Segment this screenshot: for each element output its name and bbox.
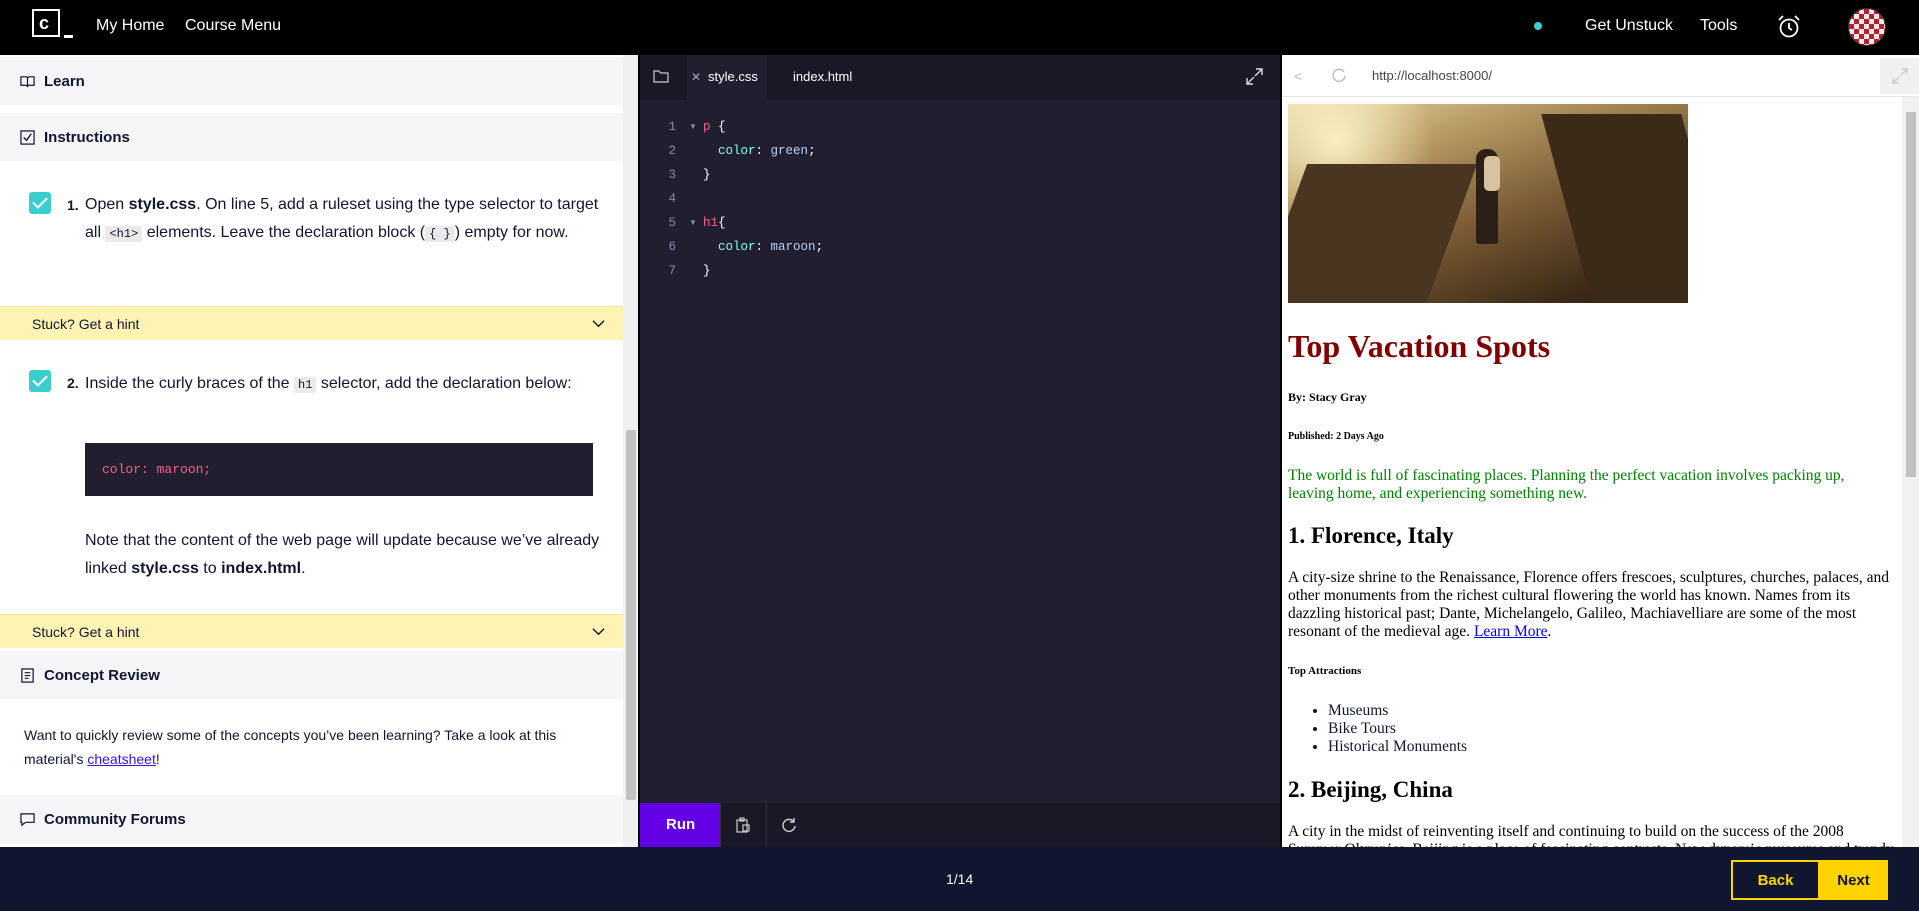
concept-review-label: Concept Review <box>44 666 160 684</box>
run-button[interactable]: Run <box>640 803 720 847</box>
line-number: 5 <box>668 216 676 230</box>
checkbox-icon <box>20 129 35 145</box>
reload-icon[interactable] <box>1331 67 1347 83</box>
line-number: 2 <box>668 144 676 158</box>
hint-toggle-1[interactable]: Stuck? Get a hint <box>0 306 623 340</box>
step-1-text: Open style.css. On line 5, add a ruleset… <box>85 196 599 242</box>
step-1-number: 1. <box>67 197 79 213</box>
florence-paragraph: A city-size shrine to the Renaissance, F… <box>1288 569 1889 640</box>
code-line-1[interactable]: p { <box>703 120 726 134</box>
expand-icon <box>1892 68 1908 84</box>
logo-underscore <box>64 35 73 38</box>
learn-more-link[interactable]: Learn More <box>1474 623 1548 640</box>
instructions-label: Instructions <box>44 128 130 146</box>
next-button[interactable]: Next <box>1819 860 1888 900</box>
concept-review-header[interactable]: Concept Review <box>0 651 623 699</box>
fold-arrow-icon[interactable]: ▼ <box>689 218 697 227</box>
line-number: 7 <box>668 264 676 278</box>
hint-label: Stuck? Get a hint <box>32 624 140 640</box>
step-2-text: Inside the curly braces of the h1 select… <box>85 375 572 393</box>
line-number: 4 <box>668 192 676 206</box>
browser-expand-button[interactable] <box>1880 58 1919 94</box>
cheatsheet-link[interactable]: cheatsheet <box>87 751 156 767</box>
hint-label: Stuck? Get a hint <box>32 316 140 332</box>
learn-label: Learn <box>44 72 85 90</box>
code-line-5[interactable]: h1{ <box>703 216 726 230</box>
code-line-3[interactable]: } <box>703 168 711 182</box>
refresh-icon <box>782 818 796 832</box>
step-2-note: Note that the content of the web page wi… <box>85 532 600 577</box>
line-number: 1 <box>668 120 676 134</box>
lesson-progress: 1/14 <box>946 871 974 887</box>
get-unstuck-link[interactable]: Get Unstuck <box>1585 17 1673 35</box>
user-avatar[interactable] <box>1848 8 1886 46</box>
instructions-scrollbar-thumb[interactable] <box>626 430 636 800</box>
codecademy-logo[interactable]: c <box>32 9 60 37</box>
code-line-6[interactable]: color: maroon; <box>703 240 823 254</box>
published-date: Published: 2 Days Ago <box>1288 431 1384 442</box>
line-number: 3 <box>668 168 676 182</box>
byline: By: Stacy Gray <box>1288 390 1367 404</box>
code-line-7[interactable]: } <box>703 264 711 278</box>
back-arrow-icon[interactable]: < <box>1294 68 1302 84</box>
instructions-section-header[interactable]: Instructions <box>0 113 623 161</box>
tools-link[interactable]: Tools <box>1700 17 1737 35</box>
alarm-clock-icon[interactable] <box>1776 14 1802 40</box>
chevron-down-icon <box>592 628 605 636</box>
community-forums-label: Community Forums <box>44 810 186 828</box>
section-heading-florence: 1. Florence, Italy <box>1288 523 1454 548</box>
copy-code-button[interactable] <box>720 803 765 847</box>
code-editor[interactable] <box>640 55 1280 847</box>
top-attractions-heading: Top Attractions <box>1288 665 1362 677</box>
my-home-link[interactable]: My Home <box>96 17 164 35</box>
close-icon[interactable]: ✕ <box>691 70 701 84</box>
folder-icon[interactable] <box>653 69 669 83</box>
attractions-list: Museums Bike Tours Historical Monuments <box>1328 702 1467 756</box>
course-menu-link[interactable]: Course Menu <box>185 17 281 35</box>
community-forums-header[interactable]: Community Forums <box>0 795 623 843</box>
fold-arrow-icon[interactable]: ▼ <box>689 122 697 131</box>
learn-section-header[interactable]: Learn <box>0 57 623 105</box>
section-heading-beijing: 2. Beijing, China <box>1288 777 1453 802</box>
list-item: Historical Monuments <box>1328 738 1467 756</box>
line-number: 6 <box>668 240 676 254</box>
page-heading: Top Vacation Spots <box>1288 328 1551 364</box>
step-2-number: 2. <box>67 375 79 391</box>
chevron-down-icon <box>592 320 605 328</box>
code-line-2[interactable]: color: green; <box>703 144 816 158</box>
url-input[interactable]: http://localhost:8000/ <box>1372 68 1492 83</box>
intro-paragraph: The world is full of fascinating places.… <box>1288 467 1845 502</box>
step-2-checkbox[interactable] <box>29 370 51 392</box>
hint-toggle-2[interactable]: Stuck? Get a hint <box>0 614 623 648</box>
list-item: Bike Tours <box>1328 720 1467 738</box>
step-1-checkbox[interactable] <box>29 192 51 214</box>
list-item: Museums <box>1328 702 1467 720</box>
document-icon <box>21 667 34 683</box>
code-snippet: color: maroon; <box>85 443 593 496</box>
hiker-mountain-photo <box>1288 104 1688 303</box>
reset-code-button[interactable] <box>766 803 811 847</box>
beijing-paragraph: A city in the midst of reinventing itsel… <box>1288 823 1894 847</box>
expand-icon[interactable] <box>1246 68 1263 85</box>
clipboard-icon <box>736 817 750 833</box>
tab-style-css-label[interactable]: style.css <box>708 69 758 84</box>
browser-scrollbar-thumb[interactable] <box>1906 112 1916 477</box>
back-button[interactable]: Back <box>1731 860 1820 900</box>
chat-icon <box>20 812 35 826</box>
status-dot <box>1534 22 1542 30</box>
book-icon <box>20 75 35 87</box>
tab-index-html-label[interactable]: index.html <box>793 69 852 84</box>
top-nav: c My Home Course Menu Get Unstuck Tools <box>0 0 1919 55</box>
concept-review-text: Want to quickly review some of the conce… <box>24 727 557 767</box>
